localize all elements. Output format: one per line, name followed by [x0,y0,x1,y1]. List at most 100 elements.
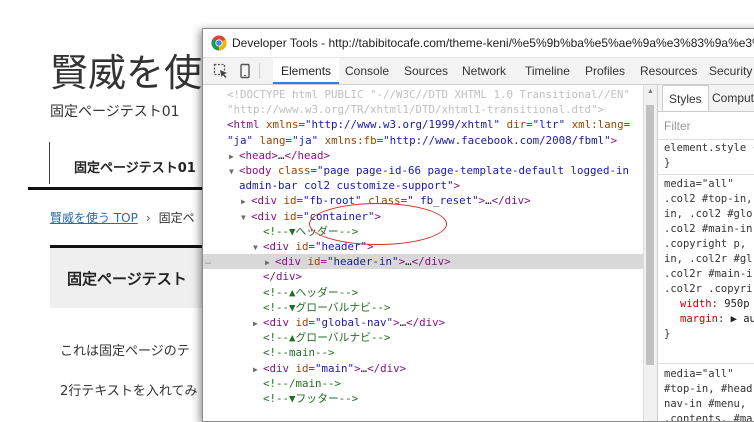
sidebar-tabs: Styles Computed [658,85,754,112]
styles-sidebar: Styles Computed Filter element.style { }… [657,85,754,421]
css-property-name: margin [680,313,718,325]
elements-panel[interactable]: <!DOCTYPE html PUBLIC "-//W3C//DTD XHTML… [203,85,643,421]
page-subtitle: 固定ページテスト01 [50,104,180,120]
expand-down-triangle-icon[interactable]: ▼ [229,164,239,179]
dom-node[interactable]: "http://www.w3.org/TR/xhtml1/DTD/xhtml1-… [203,102,643,117]
dom-node[interactable]: ▶ <div id="fb-root" class=" fb_reset">…</… [203,193,643,208]
code-token: dir [506,118,527,132]
tab-elements[interactable]: Elements [273,58,340,84]
tab-console[interactable]: Console [337,58,397,84]
css-property[interactable]: margin: ▶ au [680,312,754,327]
dom-node[interactable]: ▶ <head>…</head> [203,148,643,163]
collapse-right-triangle-icon[interactable]: ▶ [229,149,239,164]
tab-profiles[interactable]: Profiles [577,58,633,84]
css-selector[interactable]: in, .col2 #glo [664,207,753,222]
media-query: media="all" [664,368,734,380]
scroll-up-arrow-icon[interactable]: ▲ [647,88,654,95]
dom-node[interactable]: ▼ <body class="page page-id-66 page-templ… [203,163,643,178]
dom-node[interactable]: <!--/main--> [203,376,643,391]
node-menu-dots-icon[interactable]: … [205,254,211,269]
tab-network[interactable]: Network [454,58,514,84]
code-token: id [307,255,321,269]
code-token: <!--▼フッター--> [263,392,359,405]
dom-node[interactable]: <!DOCTYPE html PUBLIC "-//W3C//DTD XHTML… [203,87,643,102]
code-token: "http://www.facebook.com/2008/fbml" [383,133,611,147]
body-text-2: 2行テキストを入れてみ [60,384,198,399]
collapse-right-triangle-icon[interactable]: ▶ [265,255,275,270]
dom-node[interactable]: ▼ <div id="header"> [203,239,643,254]
code-token: id [295,240,309,253]
element-style-selector[interactable]: element.style { [664,141,754,156]
code-token: > [453,179,461,193]
code-token: "http://www.w3.org/1999/xhtml" [305,118,501,132]
css-selector[interactable]: .copyright p, [664,237,746,252]
devtools-window: Developer Tools - http://tabibitocafe.co… [202,28,754,422]
code-token: <!--▼グローバルナビ--> [263,300,391,314]
devtools-titlebar[interactable]: Developer Tools - http://tabibitocafe.co… [203,29,754,58]
collapse-right-triangle-icon[interactable]: ▶ [253,362,263,377]
collapse-right-triangle-icon[interactable]: ▶ [253,316,263,331]
code-token: xml:lang [571,118,624,132]
dom-node[interactable]: <!--▲ヘッダー--> [203,285,643,300]
collapse-right-triangle-icon[interactable]: ▶ [241,194,251,209]
elements-scrollbar[interactable]: ▲ [643,85,657,421]
dom-node-selected[interactable]: … ▶ <div id="header-in">…</div> [203,254,643,270]
tab-resources[interactable]: Resources [632,58,705,84]
dom-node[interactable]: </div> [203,269,643,284]
css-selector[interactable]: #top-in, #head [664,382,753,397]
code-token: class [278,164,311,177]
dom-node[interactable]: <!--▲グローバルナビ--> [203,330,643,345]
css-selector[interactable]: .col2 #main-in [664,222,753,237]
dom-node[interactable]: <!--▼グローバルナビ--> [203,300,643,315]
dom-node[interactable]: ▶ <div id="main">…</div> [203,361,643,376]
inspect-element-icon[interactable] [213,63,229,79]
css-selector[interactable]: .col2r .copyri [664,282,753,297]
code-token: > [610,133,618,147]
code-token: " fb_reset" [407,194,479,208]
rule-close-brace: } [664,328,671,340]
code-token: <div [251,209,284,223]
css-selector[interactable]: nav-in #menu, [664,397,746,412]
code-token: <!--▲ヘッダー--> [263,285,359,299]
css-selector[interactable]: .contents, #ma [664,412,753,421]
code-token: <div [275,255,308,269]
code-token: "main" [315,361,355,375]
chrome-logo-icon [211,35,227,51]
scrollbar-thumb[interactable] [646,105,654,365]
device-mode-icon[interactable] [237,63,253,79]
dom-node[interactable]: <!--▼フッター--> [203,391,643,406]
code-token: </div> [263,270,303,284]
css-property[interactable]: width: 950p [680,297,750,312]
code-token: "ltr" [532,118,566,132]
nav-divider [49,142,50,184]
toolbar-divider [259,63,260,79]
tab-styles[interactable]: Styles [662,85,709,111]
css-property-value: ▶ au [730,313,754,325]
styles-filter-input[interactable]: Filter [664,119,691,133]
css-selector[interactable]: in, .col2r #gl [664,252,753,267]
styles-separator [658,139,754,140]
dom-node[interactable]: <html xmlns = "http://www.w3.org/1999/xhtm… [203,117,643,132]
css-selector[interactable]: .col2r #main-i [664,267,753,282]
body-text-1: これは固定ページのテ [60,344,190,359]
expand-down-triangle-icon[interactable]: ▼ [253,240,263,255]
tab-sources[interactable]: Sources [396,58,456,84]
code-token: <div [263,361,296,375]
code-token: <!DOCTYPE html PUBLIC "-//W3C//DTD XHTML… [227,88,631,101]
expand-down-triangle-icon[interactable]: ▼ [241,210,251,225]
code-token: id [283,194,297,208]
dom-node[interactable]: ▶ <div id="global-nav">…</div> [203,315,643,330]
dom-node[interactable]: "ja" lang="ja" xmlns:fb="http://www.face… [203,133,643,148]
css-selector[interactable]: .col2 #top-in, [664,192,753,207]
tab-timeline[interactable]: Timeline [517,58,578,84]
dom-node[interactable]: <!--main--> [203,345,643,360]
code-token: id [283,209,297,223]
code-token: <html [227,118,267,132]
dom-node[interactable]: admin-bar col2 customize-support"> [203,178,643,193]
code-token: admin-bar col2 customize-support" [239,179,454,193]
code-token: <div [263,240,296,253]
tab-security[interactable]: Security [701,58,754,84]
tab-computed[interactable]: Computed [706,85,754,111]
breadcrumb-home-link[interactable]: 賢威を使う TOP [50,211,138,225]
nav-item-fixed-page[interactable]: 固定ページテスト01 [74,157,196,176]
